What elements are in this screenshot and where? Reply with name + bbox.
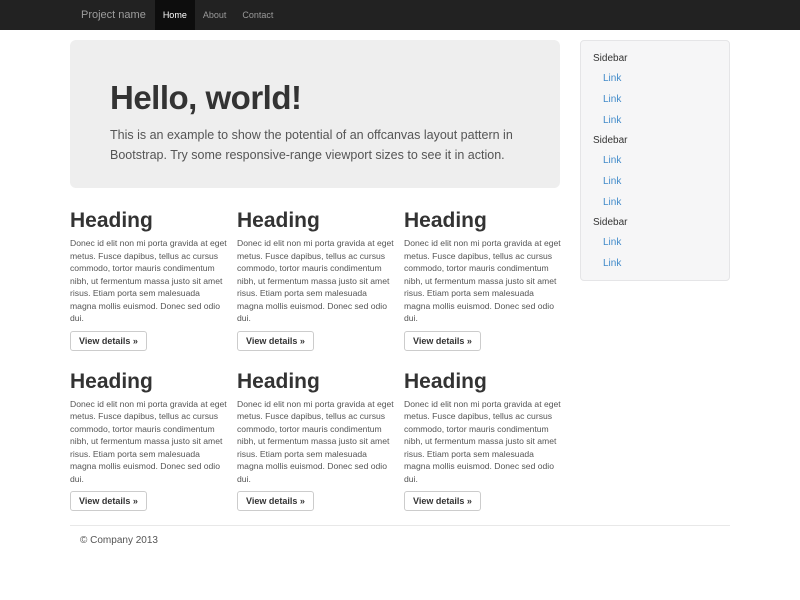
sidebar-link[interactable]: Link [581, 89, 729, 110]
card-body-text: Donec id elit non mi porta gravida at eg… [237, 398, 395, 486]
sidebar-header: Sidebar [581, 213, 729, 232]
card: Heading Donec id elit non mi porta gravi… [70, 371, 228, 512]
sidebar-link[interactable]: Link [581, 253, 729, 274]
card-heading: Heading [404, 210, 562, 232]
view-details-button[interactable]: View details » [404, 331, 481, 351]
sidebar-link[interactable]: Link [581, 232, 729, 253]
footer: © Company 2013 [70, 525, 730, 546]
page-container: Hello, world! This is an example to show… [70, 40, 730, 546]
view-details-button[interactable]: View details » [237, 331, 314, 351]
view-details-button[interactable]: View details » [70, 331, 147, 351]
card-heading: Heading [237, 210, 395, 232]
nav-item-contact[interactable]: Contact [234, 0, 281, 30]
sidebar: Sidebar Link Link Link Sidebar Link Link… [580, 40, 730, 281]
card: Heading Donec id elit non mi porta gravi… [404, 371, 562, 512]
view-details-button[interactable]: View details » [237, 491, 314, 511]
page-title: Hello, world! [110, 80, 520, 116]
cards-row-1: Heading Donec id elit non mi porta gravi… [70, 210, 560, 351]
sidebar-link[interactable]: Link [581, 110, 729, 131]
nav-item-home[interactable]: Home [155, 0, 195, 30]
card-body-text: Donec id elit non mi porta gravida at eg… [70, 237, 228, 325]
card-body-text: Donec id elit non mi porta gravida at eg… [70, 398, 228, 486]
sidebar-header: Sidebar [581, 131, 729, 150]
jumbotron: Hello, world! This is an example to show… [70, 40, 560, 188]
sidebar-link[interactable]: Link [581, 150, 729, 171]
main-row: Hello, world! This is an example to show… [70, 40, 730, 511]
card: Heading Donec id elit non mi porta gravi… [404, 210, 562, 351]
brand-link[interactable]: Project name [70, 0, 155, 30]
card: Heading Donec id elit non mi porta gravi… [70, 210, 228, 351]
card: Heading Donec id elit non mi porta gravi… [237, 371, 395, 512]
card-body-text: Donec id elit non mi porta gravida at eg… [404, 398, 562, 486]
navbar-container: Project name Home About Contact [70, 0, 730, 30]
card-heading: Heading [404, 371, 562, 393]
sidebar-link[interactable]: Link [581, 171, 729, 192]
view-details-button[interactable]: View details » [404, 491, 481, 511]
navbar: Project name Home About Contact [0, 0, 800, 30]
main-content: Hello, world! This is an example to show… [70, 40, 560, 511]
sidebar-link[interactable]: Link [581, 68, 729, 89]
card-heading: Heading [70, 371, 228, 393]
card: Heading Donec id elit non mi porta gravi… [237, 210, 395, 351]
card-body-text: Donec id elit non mi porta gravida at eg… [237, 237, 395, 325]
jumbotron-lead: This is an example to show the potential… [110, 125, 518, 165]
copyright-text: © Company 2013 [70, 535, 730, 546]
sidebar-link[interactable]: Link [581, 192, 729, 213]
footer-divider [70, 525, 730, 526]
nav-item-about[interactable]: About [195, 0, 235, 30]
sidebar-header: Sidebar [581, 49, 729, 68]
cards-row-2: Heading Donec id elit non mi porta gravi… [70, 371, 560, 512]
card-heading: Heading [70, 210, 228, 232]
card-heading: Heading [237, 371, 395, 393]
card-body-text: Donec id elit non mi porta gravida at eg… [404, 237, 562, 325]
view-details-button[interactable]: View details » [70, 491, 147, 511]
navbar-menu: Home About Contact [155, 0, 282, 30]
